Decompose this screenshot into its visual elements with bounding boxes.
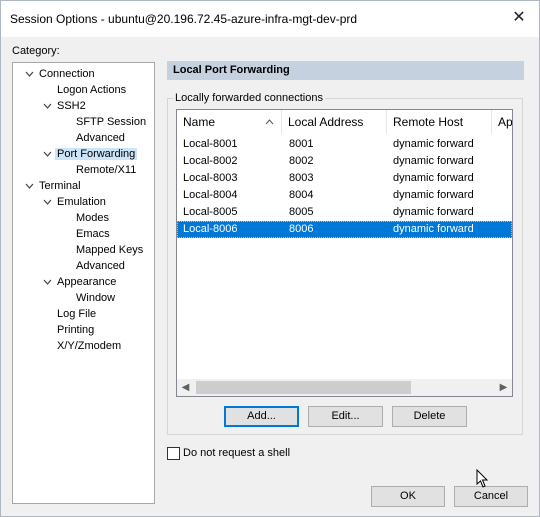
cell-name: Local-8005	[183, 206, 238, 218]
panel-header-title: Local Port Forwarding	[173, 64, 290, 76]
cell-remote-host: dynamic forward	[393, 172, 474, 184]
tree-item-label: Port Forwarding	[55, 148, 138, 160]
tree-item-label: Advanced	[76, 260, 125, 272]
cell-local-address: 8002	[289, 155, 314, 167]
tree-item-label: Connection	[39, 68, 95, 80]
tree-item-label: SSH2	[57, 100, 86, 112]
column-header-ap[interactable]: Ap	[492, 110, 513, 134]
close-icon[interactable]: ✕	[509, 8, 529, 28]
tree-item[interactable]: Advanced	[76, 130, 125, 146]
session-options-dialog: Session Options - ubuntu@20.196.72.45-az…	[0, 0, 540, 517]
cell-local-address: 8006	[289, 223, 314, 235]
tree-item-label: Emulation	[57, 196, 106, 208]
table-row[interactable]: Local-8002 8002 dynamic forward	[177, 153, 512, 170]
cell-name: Local-8002	[183, 155, 238, 167]
tree-item-label: Appearance	[57, 276, 117, 288]
column-header-label: Remote Host	[393, 115, 464, 129]
chevron-down-icon[interactable]	[42, 98, 54, 114]
tree-item[interactable]: Mapped Keys	[76, 242, 143, 258]
column-header-label: Name	[183, 115, 216, 129]
table-row[interactable]: Local-8003 8003 dynamic forward	[177, 170, 512, 187]
scroll-right-icon[interactable]: ▶	[495, 379, 512, 396]
chevron-down-icon[interactable]	[42, 194, 54, 210]
cell-local-address: 8004	[289, 189, 314, 201]
list-header: Name Local Address Remote Host Ap	[177, 110, 512, 134]
column-header-remote-host[interactable]: Remote Host	[387, 110, 492, 134]
chevron-down-icon[interactable]	[42, 146, 54, 162]
no-shell-checkbox-label[interactable]: Do not request a shell	[183, 447, 290, 459]
cell-remote-host: dynamic forward	[393, 155, 474, 167]
tree-item-label: Logon Actions	[57, 84, 127, 96]
tree-item[interactable]: SSH2	[43, 98, 86, 114]
tree-item[interactable]: Log File	[57, 306, 96, 322]
horizontal-scrollbar[interactable]: ◀ ▶	[177, 379, 512, 396]
window-title: Session Options - ubuntu@20.196.72.45-az…	[10, 12, 358, 26]
tree-item-label: SFTP Session	[76, 116, 147, 128]
connections-list[interactable]: Name Local Address Remote Host Ap Local-…	[176, 109, 513, 397]
tree-item[interactable]: Remote/X11	[76, 162, 136, 178]
column-header-local-address[interactable]: Local Address	[282, 110, 387, 134]
cell-local-address: 8005	[289, 206, 314, 218]
mouse-cursor-icon	[476, 469, 489, 488]
cell-remote-host: dynamic forward	[393, 189, 474, 201]
no-shell-checkbox[interactable]	[167, 447, 180, 460]
tree-item-label: Printing	[57, 324, 95, 336]
cell-remote-host: dynamic forward	[393, 138, 474, 150]
tree-item-label: Terminal	[39, 180, 81, 192]
chevron-down-icon[interactable]	[42, 274, 54, 290]
tree-item[interactable]: Advanced	[76, 258, 125, 274]
chevron-down-icon[interactable]	[24, 178, 36, 194]
add-button[interactable]: Add...	[224, 406, 299, 427]
tree-item-label: Mapped Keys	[76, 244, 144, 256]
category-label: Category:	[12, 45, 60, 57]
scroll-thumb[interactable]	[196, 381, 411, 394]
tree-item[interactable]: Printing	[57, 322, 94, 338]
cancel-button[interactable]: Cancel	[454, 486, 528, 507]
cell-remote-host: dynamic forward	[393, 206, 474, 218]
title-bar: Session Options - ubuntu@20.196.72.45-az…	[1, 1, 539, 37]
category-tree[interactable]: Connection Logon Actions SSH2 SFTP Session A…	[12, 62, 155, 504]
sort-ascending-icon	[265, 119, 274, 125]
cell-remote-host: dynamic forward	[393, 223, 474, 235]
group-label: Locally forwarded connections	[173, 92, 325, 104]
panel-header: Local Port Forwarding	[167, 61, 524, 80]
cell-local-address: 8001	[289, 138, 314, 150]
column-header-label: Ap	[498, 115, 513, 129]
tree-item[interactable]: X/Y/Zmodem	[57, 338, 121, 354]
tree-item-label: Window	[76, 292, 116, 304]
cell-name: Local-8004	[183, 189, 238, 201]
tree-item[interactable]: Port Forwarding	[43, 146, 138, 162]
scroll-left-icon[interactable]: ◀	[177, 379, 194, 396]
tree-item[interactable]: Modes	[76, 210, 109, 226]
tree-item[interactable]: SFTP Session	[76, 114, 146, 130]
edit-button[interactable]: Edit...	[308, 406, 383, 427]
cell-local-address: 8003	[289, 172, 314, 184]
tree-item-label: Remote/X11	[76, 164, 137, 176]
tree-item-label: Emacs	[76, 228, 110, 240]
table-row[interactable]: Local-8005 8005 dynamic forward	[177, 204, 512, 221]
tree-item[interactable]: Emulation	[43, 194, 106, 210]
cell-name: Local-8001	[183, 138, 238, 150]
tree-item[interactable]: Appearance	[43, 274, 117, 290]
tree-item-label: Modes	[76, 212, 110, 224]
tree-item[interactable]: Connection	[25, 66, 95, 82]
cell-name: Local-8006	[183, 223, 238, 235]
table-row[interactable]: Local-8004 8004 dynamic forward	[177, 187, 512, 204]
ok-button[interactable]: OK	[371, 486, 445, 507]
delete-button[interactable]: Delete	[392, 406, 467, 427]
tree-item[interactable]: Window	[76, 290, 115, 306]
tree-item[interactable]: Terminal	[25, 178, 81, 194]
column-header-label: Local Address	[288, 115, 364, 129]
table-row[interactable]: Local-8006 8006 dynamic forward	[177, 221, 512, 238]
tree-item[interactable]: Logon Actions	[57, 82, 126, 98]
table-row[interactable]: Local-8001 8001 dynamic forward	[177, 136, 512, 153]
tree-item-label: X/Y/Zmodem	[57, 340, 122, 352]
tree-item[interactable]: Emacs	[76, 226, 110, 242]
column-header-name[interactable]: Name	[177, 110, 282, 134]
tree-item-label: Advanced	[76, 132, 125, 144]
tree-item-label: Log File	[57, 308, 97, 320]
cell-name: Local-8003	[183, 172, 238, 184]
chevron-down-icon[interactable]	[24, 66, 36, 82]
